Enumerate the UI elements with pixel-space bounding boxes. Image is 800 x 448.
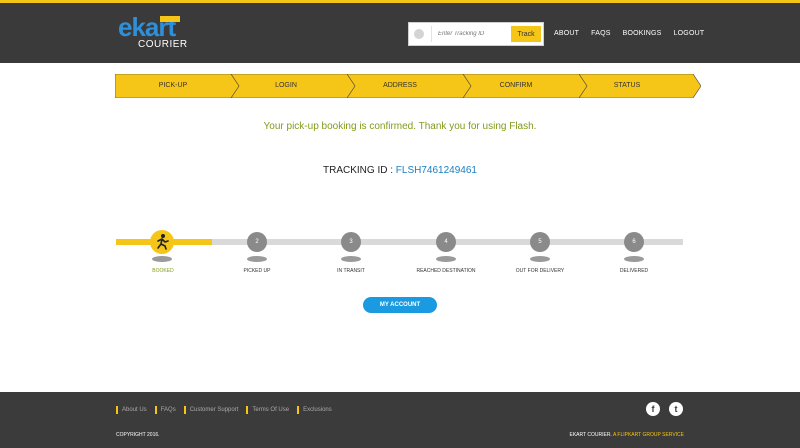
nav-about[interactable]: ABOUT	[554, 30, 579, 37]
footer-link-support[interactable]: Customer Support	[183, 406, 238, 414]
step-confirm: CONFIRM	[499, 82, 533, 89]
node-shadow	[436, 256, 456, 262]
confirmation-message: Your pick-up booking is confirmed. Thank…	[263, 121, 537, 132]
facebook-icon[interactable]: f	[646, 402, 660, 416]
footer-links: About Us FAQs Customer Support Terms Of …	[116, 406, 340, 414]
track-button[interactable]: Track	[511, 26, 541, 42]
node-label-booked: BOOKED	[152, 268, 174, 274]
package-icon	[414, 29, 424, 39]
my-account-button[interactable]: MY ACCOUNT	[363, 297, 437, 313]
footer-link-terms[interactable]: Terms Of Use	[246, 406, 289, 414]
node-shadow	[624, 256, 644, 262]
step-pickup: PICK-UP	[158, 82, 188, 89]
main-nav: ABOUT FAQS BOOKINGS LOGOUT	[554, 30, 716, 37]
tracking-id-input[interactable]	[431, 26, 509, 42]
node-shadow	[530, 256, 550, 262]
group-service-text: EKART COURIER. A FLIPKART GROUP SERVICE	[570, 432, 685, 438]
site-footer: About Us FAQs Customer Support Terms Of …	[0, 392, 800, 448]
step-status: STATUS	[613, 82, 641, 89]
step-address: ADDRESS	[383, 82, 417, 89]
tracking-id-value: FLSH7461249461	[395, 165, 477, 176]
flipkart-group-link[interactable]: A FLIPKART GROUP SERVICE	[613, 432, 684, 438]
footer-link-exclusions[interactable]: Exclusions	[297, 406, 332, 414]
progress-track	[116, 239, 683, 245]
node-label-in-transit: IN TRANSIT	[337, 268, 365, 274]
footer-link-about[interactable]: About Us	[116, 406, 147, 414]
node-shadow	[247, 256, 267, 262]
node-delivered: 6	[624, 232, 644, 252]
track-form: Track	[408, 22, 544, 46]
node-label-delivered: DELIVERED	[619, 268, 649, 274]
step-login: LOGIN	[275, 82, 297, 89]
node-shadow	[341, 256, 361, 262]
nav-faqs[interactable]: FAQS	[591, 30, 610, 37]
copyright-text: COPYRIGHT 2016.	[116, 432, 160, 438]
node-booked	[150, 230, 174, 254]
ekart-logo[interactable]: ekart COURIER	[118, 13, 198, 53]
node-label-picked-up: PICKED UP	[243, 268, 271, 274]
node-reached-destination: 4	[436, 232, 456, 252]
nav-logout[interactable]: LOGOUT	[674, 30, 705, 37]
node-label-reached-destination: REACHED DESTINATION	[416, 268, 476, 274]
node-shadow	[152, 256, 172, 262]
nav-bookings[interactable]: BOOKINGS	[623, 30, 662, 37]
node-in-transit: 3	[341, 232, 361, 252]
node-label-out-for-delivery: OUT FOR DELIVERY	[515, 268, 565, 274]
footer-link-faqs[interactable]: FAQs	[154, 406, 176, 414]
site-header: ekart COURIER Track ABOUT FAQS BOOKINGS …	[0, 0, 800, 63]
logo-tag-mark	[160, 16, 180, 22]
tracking-info: TRACKING ID : FLSH7461249461	[0, 165, 800, 176]
group-prefix: EKART COURIER.	[569, 432, 612, 438]
tracking-label: TRACKING ID :	[323, 165, 394, 176]
courier-runner-icon	[157, 234, 169, 250]
twitter-icon[interactable]: t	[669, 402, 683, 416]
node-picked-up: 2	[247, 232, 267, 252]
logo-sub: COURIER	[138, 39, 188, 50]
node-out-for-delivery: 5	[530, 232, 550, 252]
booking-steps: PICK-UP LOGIN ADDRESS CONFIRM STATUS	[115, 74, 701, 98]
